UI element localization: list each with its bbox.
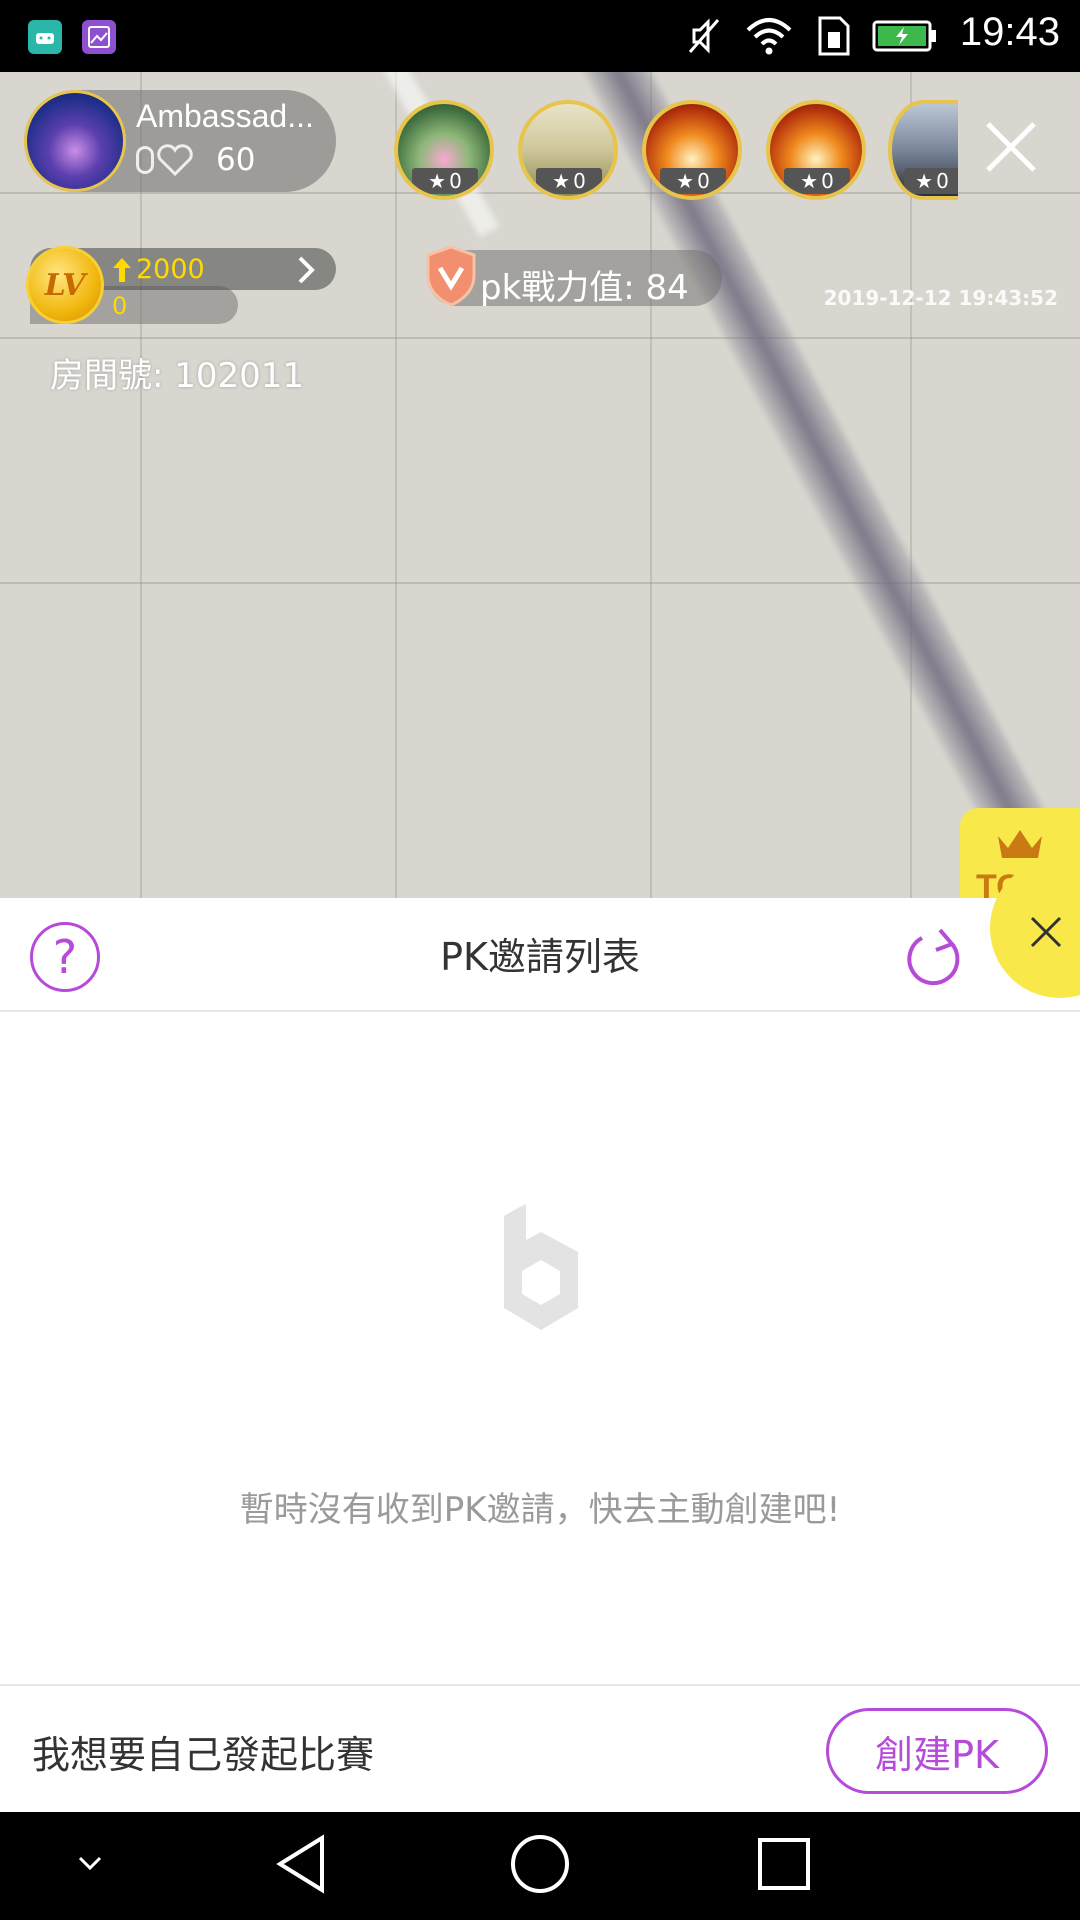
pk-power-label: pk戰力值: 84 [480,268,689,308]
level-up-value: 2000 [112,254,205,285]
status-icons [686,12,938,60]
star-icon: ★ [915,169,934,193]
star-icon: ★ [428,169,447,193]
viewer-avatar[interactable]: ★ 0 [518,100,618,200]
viewer-score: ★ 0 [412,168,478,194]
star-icon: ★ [552,169,571,193]
viewer-score: ★ 0 [536,168,602,194]
sim-icon [818,16,850,56]
host-stats: 60 [136,142,255,178]
recents-icon[interactable] [752,1832,816,1896]
panel-header: ? PK邀請列表 [0,898,1080,1012]
host-name: Ambassad... [136,98,314,134]
pk-invite-panel: ? PK邀請列表 暫時沒有收到PK邀請，快去主動創建吧! 我想要自己發起比賽 創… [0,858,1080,1812]
heart-icon [157,144,193,176]
empty-message: 暫時沒有收到PK邀請，快去主動創建吧! [239,1490,841,1530]
room-number: 房間號: 102011 [50,356,305,396]
viewer-avatar[interactable]: ★ 0 [394,100,494,200]
panel-footer: 我想要自己發起比賽 創建PK [0,1684,1080,1812]
gallery-icon [82,20,116,54]
status-bar: 19:43 [0,0,1080,72]
viewer-avatar[interactable]: ★ 0 [642,100,742,200]
refresh-icon[interactable] [900,924,970,994]
host-likes: 60 [216,142,256,178]
chevron-down-icon[interactable] [70,1848,110,1878]
shield-icon [426,245,476,307]
panel-close-icon[interactable] [1026,912,1066,952]
viewer-avatar[interactable]: ★ 0 [766,100,866,200]
empty-placeholder-icon [504,1204,578,1330]
crown-icon [998,830,1042,858]
level-current: 0 [112,292,128,320]
level-coin: LV [26,246,104,324]
navigation-bar [0,1812,1080,1920]
back-icon[interactable] [272,1832,332,1896]
timestamp: 2019-12-12 19:43:52 [823,286,1058,310]
footer-label: 我想要自己發起比賽 [32,1733,375,1777]
status-time: 19:43 [959,10,1060,54]
star-icon: ★ [676,169,695,193]
battery-charging-icon [872,20,936,52]
wifi-icon [746,18,792,55]
host-avatar[interactable] [24,90,126,192]
arrow-up-icon [113,257,131,282]
chevron-right-icon[interactable] [296,254,318,286]
home-icon[interactable] [508,1832,572,1896]
create-pk-button[interactable]: 創建PK [826,1708,1048,1794]
android-icon [28,20,62,54]
viewer-avatar[interactable]: ★ 0 [888,100,958,200]
viewer-score: ★ 0 [660,168,726,194]
mute-icon [688,18,720,54]
viewer-score: ★ 0 [784,168,850,194]
host-info[interactable]: Ambassad... 60 [24,90,336,192]
star-icon: ★ [800,169,819,193]
viewer-score: ★ 0 [904,168,958,194]
close-icon [986,122,1036,172]
close-live-button[interactable] [976,112,1046,182]
host-badge [136,146,154,174]
